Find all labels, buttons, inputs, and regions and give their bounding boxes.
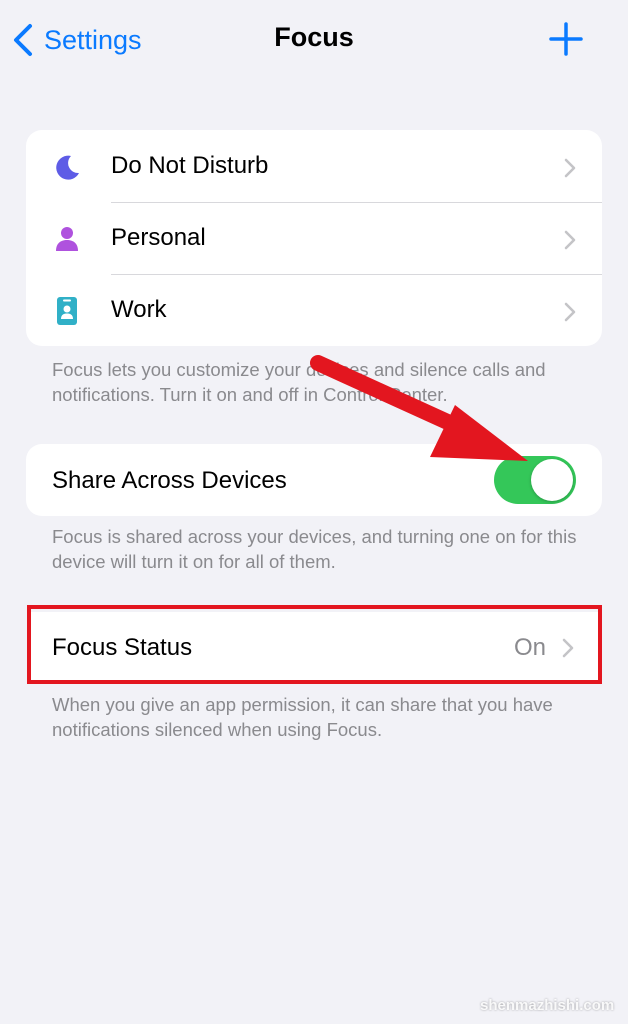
focus-status-row[interactable]: Focus Status On xyxy=(30,612,598,680)
chevron-right-icon xyxy=(562,638,574,658)
add-button[interactable] xyxy=(549,22,583,56)
moon-icon xyxy=(52,152,82,182)
focus-status-label: Focus Status xyxy=(52,634,193,661)
focus-status-footnote: When you give an app permission, it can … xyxy=(52,694,553,740)
focus-modes-list: Do Not Disturb Personal Work xyxy=(26,130,602,346)
page-title: Focus xyxy=(274,22,354,52)
watermark: shenmazhishi.com xyxy=(480,997,615,1014)
focus-status-value: On xyxy=(513,634,546,661)
share-footnote: Focus is shared across your devices, and… xyxy=(52,526,577,572)
chevron-right-icon xyxy=(564,230,576,250)
toggle-knob xyxy=(531,459,573,501)
list-item-label: Personal xyxy=(111,224,206,251)
focus-modes-footnote: Focus lets you customize your devices an… xyxy=(52,359,546,405)
chevron-right-icon xyxy=(564,302,576,322)
share-across-devices-label: Share Across Devices xyxy=(52,467,287,494)
list-item-personal[interactable]: Personal xyxy=(26,202,602,274)
navigation-bar: Settings Focus xyxy=(0,0,628,80)
list-item-label: Do Not Disturb xyxy=(111,152,269,179)
list-item-label: Work xyxy=(111,296,167,323)
list-item-work[interactable]: Work xyxy=(26,274,602,346)
person-icon xyxy=(52,224,82,254)
list-item-do-not-disturb[interactable]: Do Not Disturb xyxy=(26,130,602,202)
chevron-right-icon xyxy=(564,158,576,178)
share-across-devices-toggle[interactable] xyxy=(494,456,576,504)
id-badge-icon xyxy=(52,296,82,326)
